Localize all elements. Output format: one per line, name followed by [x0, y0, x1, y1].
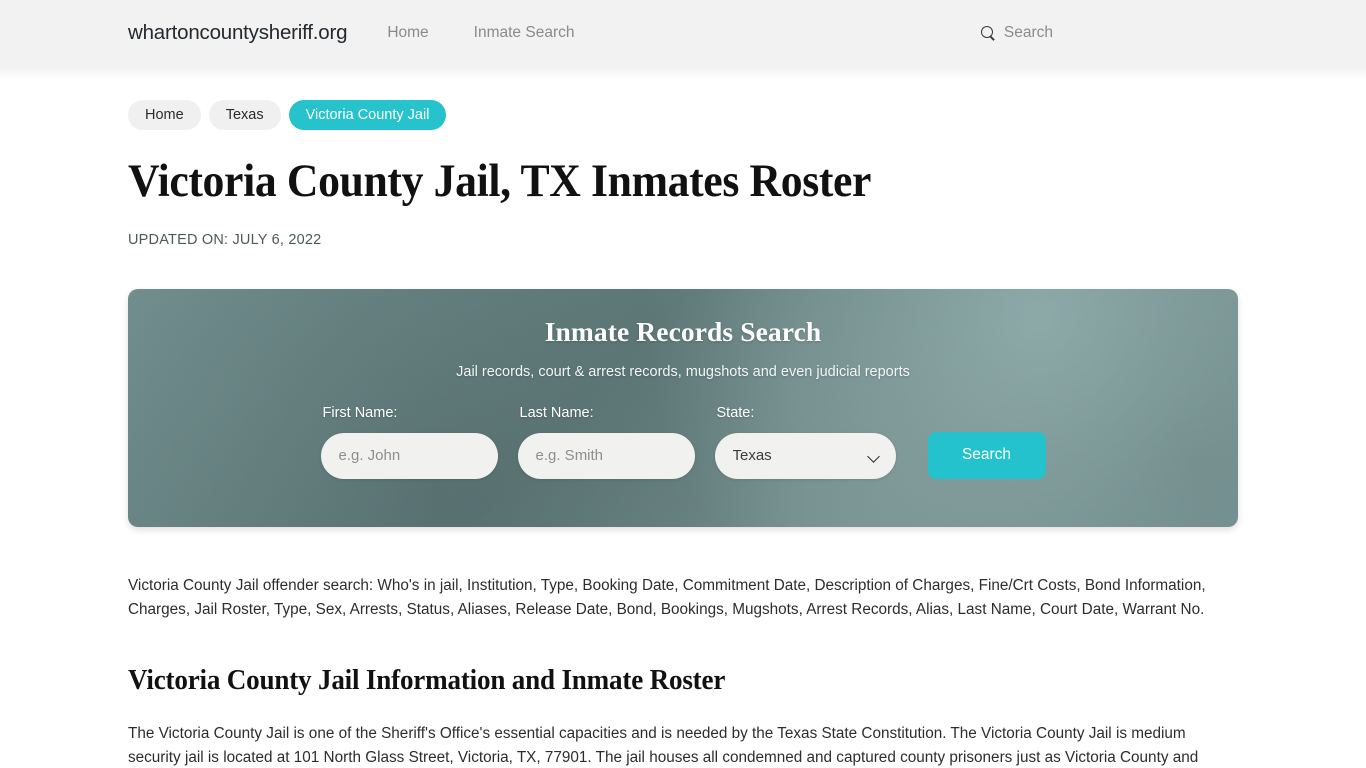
main-nav: Home Inmate Search	[387, 24, 574, 42]
updated-on-label: UPDATED ON: JULY 6, 2022	[128, 231, 322, 248]
site-brand[interactable]: whartoncountysheriff.org	[128, 21, 348, 45]
header-search-trigger[interactable]: Search	[980, 24, 1053, 42]
breadcrumb: Home Texas Victoria County Jail	[128, 100, 1238, 130]
breadcrumb-item-texas[interactable]: Texas	[208, 100, 281, 130]
search-panel-title: Inmate Records Search	[544, 315, 822, 347]
last-name-label: Last Name:	[519, 404, 594, 421]
first-name-field-group: First Name:	[320, 404, 498, 479]
nav-item-inmate-search[interactable]: Inmate Search	[474, 24, 575, 42]
breadcrumb-item-home[interactable]: Home	[128, 100, 201, 130]
inmate-records-search-panel: Inmate Records Search Jail records, cour…	[128, 288, 1238, 527]
state-label: State:	[716, 404, 755, 421]
last-name-input[interactable]	[517, 432, 695, 479]
first-name-label: First Name:	[322, 404, 398, 421]
inmate-search-form: First Name: Last Name: State: Texas Sear…	[128, 405, 1238, 479]
page-title: Victoria County Jail, TX Inmates Roster	[128, 155, 872, 207]
section-heading: Victoria County Jail Information and Inm…	[128, 664, 726, 696]
state-field-group: State: Texas	[714, 404, 896, 479]
search-panel-subtitle: Jail records, court & arrest records, mu…	[456, 363, 910, 380]
breadcrumb-item-victoria-county-jail[interactable]: Victoria County Jail	[288, 100, 447, 130]
state-select-wrap: Texas	[714, 432, 896, 479]
last-name-field-group: Last Name:	[517, 404, 695, 479]
intro-paragraph: Victoria County Jail offender search: Wh…	[128, 576, 1206, 618]
page-content: Home Texas Victoria County Jail Victoria…	[0, 100, 1366, 768]
first-name-input[interactable]	[320, 432, 498, 479]
header-search-label: Search	[1003, 24, 1053, 41]
site-header: whartoncountysheriff.org Home Inmate Sea…	[0, 0, 1366, 80]
nav-item-home[interactable]: Home	[387, 24, 428, 42]
state-select[interactable]: Texas	[714, 432, 896, 479]
header-inner: whartoncountysheriff.org Home Inmate Sea…	[0, 0, 1366, 66]
search-submit-button[interactable]: Search	[927, 431, 1046, 479]
search-icon	[980, 25, 996, 41]
body-paragraph: The Victoria County Jail is one of the S…	[128, 724, 1199, 766]
